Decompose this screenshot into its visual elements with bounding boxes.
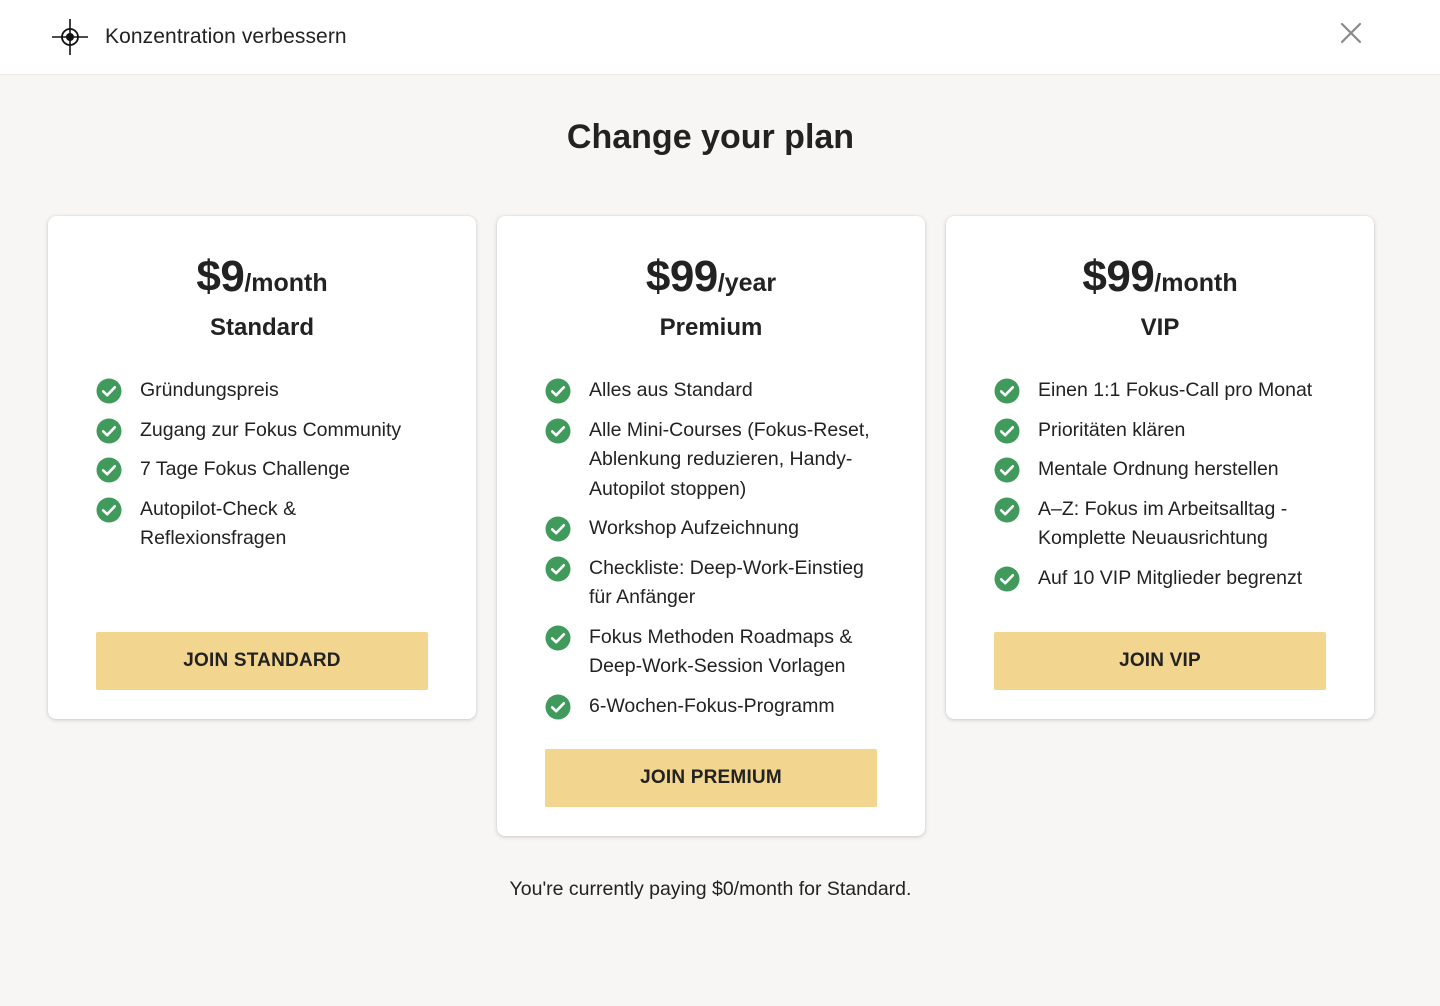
feature-text: 6-Wochen-Fokus-Programm (589, 694, 835, 717)
feature-text: Checkliste: Deep-Work-Einstieg für Anfän… (589, 556, 864, 609)
join-premium-button[interactable]: JOIN PREMIUM (545, 749, 877, 807)
plan-name: Standard (209, 314, 314, 341)
feature-text: Mentale Ordnung herstellen (1038, 458, 1279, 480)
feature-text: Zugang zur Fokus Community (140, 418, 402, 441)
feature-item: Workshop Aufzeichnung (545, 514, 885, 544)
check-circle-icon (96, 497, 122, 523)
check-circle-icon (994, 457, 1020, 483)
feature-list: Gründungspreis Zugang zur Fokus Community… (96, 376, 436, 564)
feature-text: Fokus Methoden Roadmaps & Deep-Work-Sess… (589, 625, 853, 678)
feature-item: 7 Tage Fokus Challenge (96, 455, 436, 485)
check-circle-icon (96, 418, 122, 444)
feature-item: Fokus Methoden Roadmaps & Deep-Work-Sess… (545, 623, 885, 682)
check-circle-icon (545, 556, 571, 582)
price: $99/year (497, 252, 925, 302)
price-period: /month (1154, 269, 1238, 297)
current-plan-note: You're currently paying $0/month for Sta… (509, 878, 912, 900)
plan-name: VIP (1140, 314, 1180, 341)
join-vip-button[interactable]: JOIN VIP (994, 632, 1326, 690)
plan-card-premium: $99/year Premium Alles aus Standard Alle Mi… (497, 216, 925, 836)
feature-text: Autopilot-Check & Reflexionsfragen (140, 497, 297, 550)
feature-item: Auf 10 VIP Mitglieder begrenzt (994, 564, 1334, 594)
feature-text: Auf 10 VIP Mitglieder begrenzt (1038, 566, 1303, 589)
price: $9/month (48, 252, 476, 302)
check-circle-icon (994, 378, 1020, 404)
top-bar: Konzentration verbessern (0, 0, 1440, 75)
check-circle-icon (994, 497, 1020, 523)
feature-text: Alles aus Standard (589, 379, 753, 401)
page-title: Change your plan (566, 118, 855, 156)
join-standard-button[interactable]: JOIN STANDARD (96, 632, 428, 690)
check-circle-icon (545, 625, 571, 651)
check-circle-icon (545, 378, 571, 404)
feature-item: 6-Wochen-Fokus-Programm (545, 692, 885, 722)
price-amount: $99 (645, 252, 718, 301)
feature-item: Alles aus Standard (545, 376, 885, 406)
price: $99/month (946, 252, 1374, 302)
price-amount: $99 (1082, 252, 1155, 301)
feature-text: Workshop Aufzeichnung (589, 517, 799, 539)
check-circle-icon (545, 516, 571, 542)
feature-item: Prioritäten klären (994, 416, 1334, 446)
plan-card-standard: $9/month Standard Gründungspreis Zugang zur… (48, 216, 476, 719)
check-circle-icon (994, 418, 1020, 444)
feature-item: Checkliste: Deep-Work-Einstieg für Anfän… (545, 554, 885, 613)
app-title: Konzentration verbessern (105, 25, 347, 48)
feature-text: Einen 1:1 Fokus-Call pro Monat (1038, 379, 1313, 401)
feature-list: Alles aus Standard Alle Mini-Courses (Fok… (545, 376, 885, 731)
feature-item: Zugang zur Fokus Community (96, 416, 436, 446)
feature-item: Autopilot-Check & Reflexionsfragen (96, 495, 436, 554)
feature-text: Alle Mini-Courses (Fokus-Reset, Ablenkun… (589, 418, 870, 500)
check-circle-icon (545, 694, 571, 720)
feature-text: 7 Tage Fokus Challenge (140, 458, 350, 480)
plan-name: Premium (659, 314, 763, 341)
feature-list: Einen 1:1 Fokus-Call pro Monat Prioritäte… (994, 376, 1334, 603)
close-icon[interactable] (1339, 21, 1363, 45)
check-circle-icon (96, 378, 122, 404)
plan-card-vip: $99/month VIP Einen 1:1 Fokus-Call pro Mon… (946, 216, 1374, 719)
feature-item: Alle Mini-Courses (Fokus-Reset, Ablenkun… (545, 416, 885, 505)
feature-text: A–Z: Fokus im Arbeitsalltag - Komplette … (1038, 497, 1288, 550)
check-circle-icon (994, 566, 1020, 592)
feature-text: Prioritäten klären (1038, 418, 1186, 441)
check-circle-icon (545, 418, 571, 444)
feature-item: Einen 1:1 Fokus-Call pro Monat (994, 376, 1334, 406)
feature-item: Mentale Ordnung herstellen (994, 455, 1334, 485)
price-period: /year (717, 269, 777, 297)
feature-item: Gründungspreis (96, 376, 436, 406)
price-period: /month (244, 269, 328, 297)
feature-item: A–Z: Fokus im Arbeitsalltag - Komplette … (994, 495, 1334, 554)
price-amount: $9 (196, 252, 245, 301)
feature-text: Gründungspreis (140, 379, 279, 401)
crosshair-icon (52, 19, 88, 55)
check-circle-icon (96, 457, 122, 483)
close-button[interactable] (1337, 19, 1365, 47)
